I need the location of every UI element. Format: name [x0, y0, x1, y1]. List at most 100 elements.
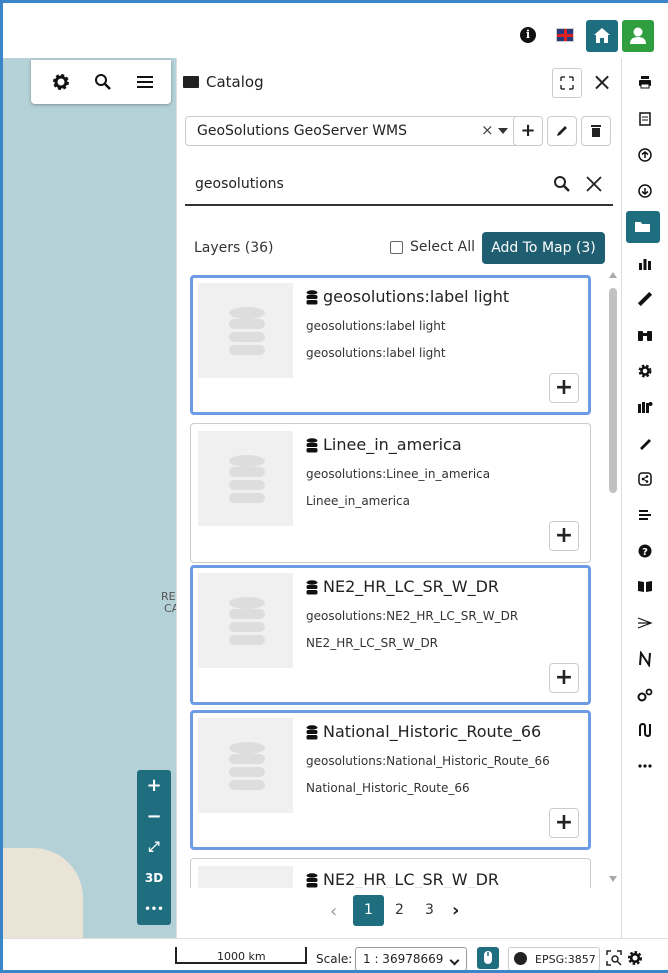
close-panel-button[interactable]: ×	[587, 68, 617, 98]
flag-uk-icon[interactable]	[556, 28, 574, 42]
catalog-folder-icon[interactable]	[626, 211, 660, 243]
user-button[interactable]	[622, 20, 654, 52]
search-icon[interactable]	[93, 72, 113, 92]
fullscreen-button[interactable]: ⤢	[137, 832, 171, 863]
scroll-up-icon[interactable]	[609, 272, 617, 278]
trash-icon	[591, 125, 601, 137]
layer-card[interactable]: Linee_in_america geosolutions:Linee_in_a…	[190, 423, 591, 563]
print-icon[interactable]	[630, 69, 660, 95]
north-arrow-icon[interactable]	[630, 646, 660, 672]
next-page-button[interactable]: ›	[452, 900, 459, 921]
tools-sidebar: ?	[621, 58, 668, 938]
search-input[interactable]	[195, 172, 535, 196]
service-select-value: GeoSolutions GeoServer WMS	[197, 123, 407, 139]
gear-icon[interactable]	[627, 950, 643, 966]
expand-panel-button[interactable]	[552, 68, 582, 98]
database-icon	[306, 580, 318, 595]
layer-thumbnail	[198, 866, 293, 888]
zoom-in-button[interactable]: +	[137, 770, 171, 801]
layer-title: Linee_in_america	[323, 435, 462, 454]
clear-service-button[interactable]: ×	[481, 121, 494, 139]
chevron-down-icon[interactable]	[498, 128, 508, 134]
layer-card[interactable]: NE2_HR_LC_SR_W_DR	[190, 858, 591, 888]
chevron-down-icon	[449, 955, 460, 966]
service-select[interactable]: GeoSolutions GeoServer WMS ×	[185, 116, 542, 146]
layer-thumbnail	[198, 718, 293, 813]
clear-search-icon[interactable]	[585, 175, 603, 193]
database-icon	[306, 873, 318, 888]
folder-icon	[183, 76, 199, 88]
gear-icon[interactable]	[51, 72, 71, 92]
3d-button[interactable]: 3D	[137, 863, 171, 894]
expand-icon	[560, 76, 574, 90]
home-button[interactable]	[586, 20, 618, 52]
mouse-position-button[interactable]	[477, 947, 499, 969]
map-viewport[interactable]: RE CA + − ⤢ 3D •••	[3, 58, 179, 938]
layer-description: Linee_in_america	[306, 494, 410, 508]
document-icon[interactable]	[630, 106, 660, 132]
scale-value: 1 : 36978669	[363, 952, 444, 966]
layer-name: geosolutions:National_Historic_Route_66	[306, 754, 550, 768]
page-button[interactable]: 2	[384, 895, 415, 926]
prev-page-button[interactable]: ‹	[330, 901, 337, 922]
menu-icon[interactable]	[135, 72, 155, 92]
add-layer-button[interactable]: +	[549, 521, 579, 551]
layer-thumbnail	[198, 573, 293, 668]
geoprocessing-icon[interactable]	[630, 682, 660, 708]
upload-icon[interactable]	[630, 142, 660, 168]
layer-card[interactable]: National_Historic_Route_66 geosolutions:…	[190, 710, 591, 850]
home-icon	[594, 28, 610, 43]
search-icon[interactable]	[553, 175, 571, 193]
more-icon[interactable]	[630, 752, 660, 778]
more-button[interactable]: •••	[137, 894, 171, 925]
annotation-icon[interactable]	[630, 430, 660, 456]
chart-icon[interactable]	[630, 251, 660, 277]
map-land	[3, 848, 83, 938]
scroll-down-icon[interactable]	[609, 876, 617, 882]
tutorial-book-icon[interactable]	[630, 573, 660, 599]
street-view-icon[interactable]	[630, 610, 660, 636]
map-toolbar	[31, 60, 171, 104]
catalog-panel: Catalog × GeoSolutions GeoServer WMS × +…	[176, 58, 621, 938]
info-icon[interactable]: i	[520, 27, 536, 43]
add-layer-button[interactable]: +	[549, 373, 579, 403]
add-layer-button[interactable]: +	[549, 663, 579, 693]
top-bar: i	[3, 3, 668, 58]
scale-select[interactable]: 1 : 36978669	[355, 947, 467, 970]
crs-selector[interactable]: EPSG:3857	[508, 947, 600, 970]
add-to-map-button[interactable]: Add To Map (3)	[482, 232, 605, 264]
layer-card[interactable]: NE2_HR_LC_SR_W_DR geosolutions:NE2_HR_LC…	[190, 565, 591, 705]
binoculars-icon[interactable]	[630, 322, 660, 348]
globe-icon	[514, 952, 527, 965]
zoom-controls: + − ⤢ 3D •••	[137, 770, 171, 925]
settings-icon[interactable]	[630, 358, 660, 384]
database-icon	[306, 438, 318, 453]
select-all-label[interactable]: Select All	[410, 239, 475, 255]
add-layer-button[interactable]: +	[549, 808, 579, 838]
page-button[interactable]: 1	[353, 895, 384, 926]
measure-icon[interactable]	[630, 286, 660, 312]
page-button[interactable]: 3	[414, 895, 445, 926]
share-icon[interactable]	[630, 466, 660, 492]
route-icon[interactable]	[630, 717, 660, 743]
select-all-checkbox[interactable]	[390, 241, 403, 254]
layer-description: National_Historic_Route_66	[306, 781, 470, 795]
layer-card[interactable]: geosolutions:label light geosolutions:la…	[190, 275, 591, 415]
zoom-search-icon[interactable]	[606, 950, 622, 966]
zoom-out-button[interactable]: −	[137, 801, 171, 832]
scroll-thumb[interactable]	[609, 288, 617, 493]
database-icon	[306, 725, 318, 740]
add-service-button[interactable]: +	[513, 116, 543, 146]
details-icon[interactable]	[630, 502, 660, 528]
layer-description: NE2_HR_LC_SR_W_DR	[306, 636, 439, 650]
map-templates-icon[interactable]	[630, 394, 660, 420]
layer-thumbnail	[198, 283, 293, 378]
layer-name: geosolutions:NE2_HR_LC_SR_W_DR	[306, 609, 519, 623]
edit-service-button[interactable]	[547, 116, 577, 146]
layer-title: National_Historic_Route_66	[323, 722, 542, 741]
delete-service-button[interactable]	[581, 116, 611, 146]
layer-list: geosolutions:label light geosolutions:la…	[177, 272, 607, 888]
help-icon[interactable]: ?	[630, 538, 660, 564]
layer-title: NE2_HR_LC_SR_W_DR	[323, 870, 500, 888]
download-icon[interactable]	[630, 178, 660, 204]
